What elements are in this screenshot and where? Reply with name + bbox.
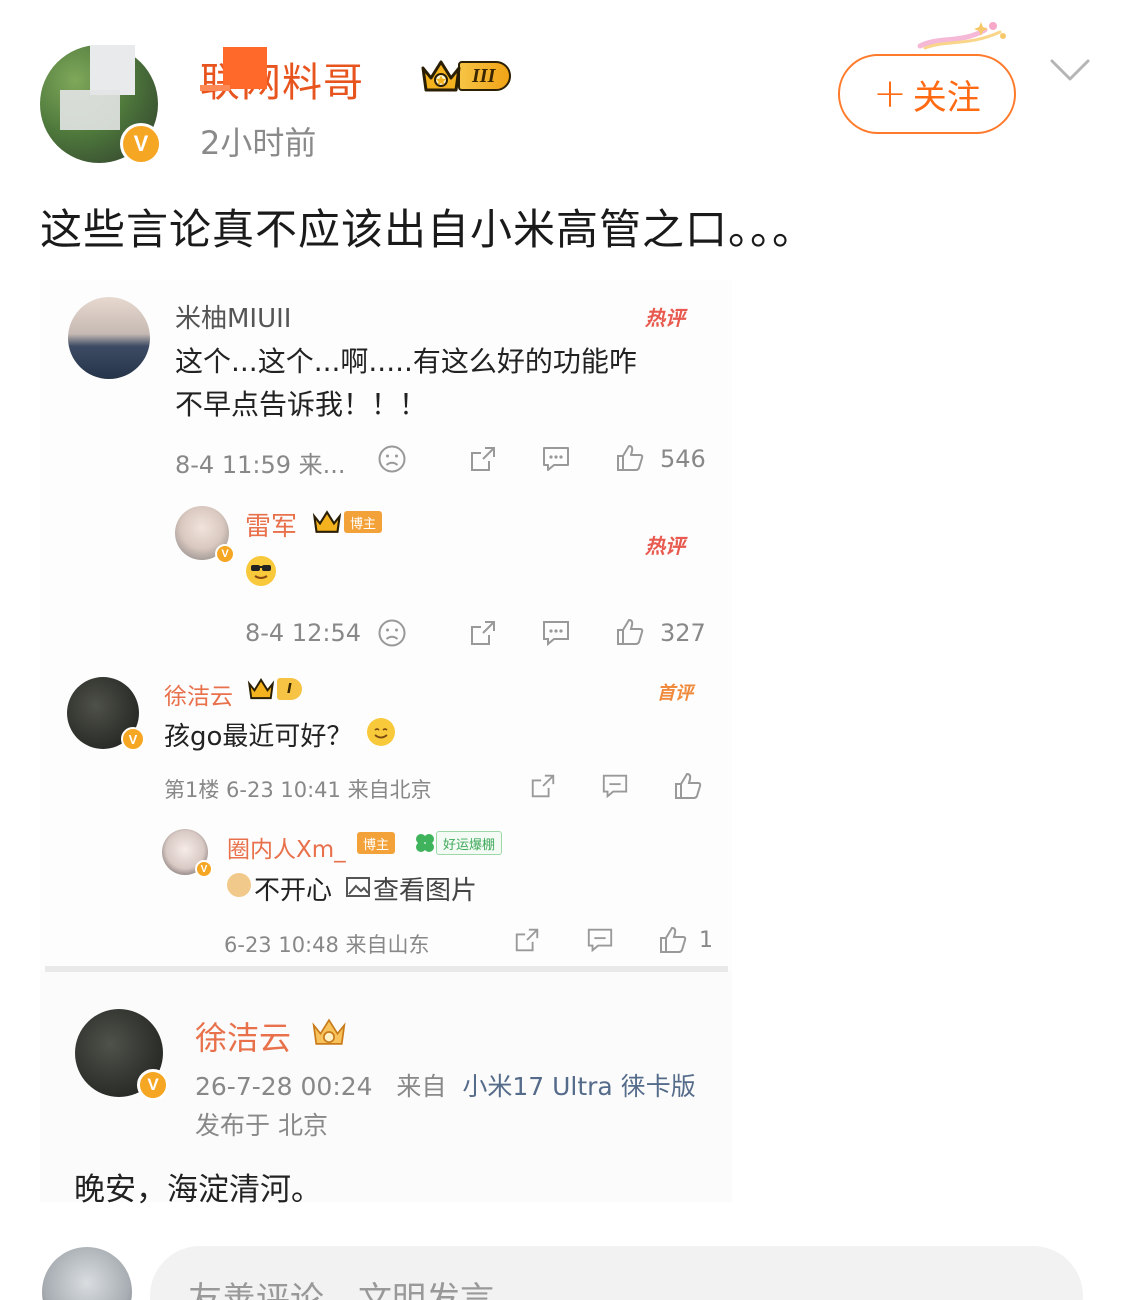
follow-button[interactable]: + 关注 [838,54,1016,134]
divider [45,966,728,972]
dislike-icon[interactable] [377,444,407,474]
sparkle-decoration-icon [917,22,1006,50]
name-mosaic [223,47,267,89]
post2-text: 晚安，海淀清河。 [74,1172,322,1208]
author-avatar[interactable]: V [40,45,162,165]
share-icon[interactable] [513,926,541,954]
replier-name[interactable]: 圈内人Xm_ [227,830,346,864]
comment-meta: 第1楼 6-23 10:41 来自北京 [164,778,432,802]
crown-icon [308,1015,350,1049]
comment-text: 这个...这个...啊.....有这么好的功能咋 [175,345,637,378]
post2-location: 发布于 北京 [195,1111,328,1140]
verified-icon: V [195,860,213,878]
crown-icon [247,678,275,700]
replier-avatar[interactable]: V [162,829,213,878]
like-count: 1 [699,928,713,953]
embedded-screenshot[interactable]: 米柚MIUII 热评 这个...这个...啊.....有这么好的功能咋 不早点告… [40,280,732,1208]
like-count: 327 [660,619,706,647]
avatar-mosaic [90,45,135,95]
comment-icon[interactable] [540,618,572,648]
member-badge: 博主 [357,832,396,854]
reply-meta: 6-23 10:48 来自山东 [224,933,430,957]
like-icon[interactable] [614,442,646,474]
smile-emoji-icon [367,718,395,746]
reply-text: 不开心 [254,876,333,906]
like-icon[interactable] [614,616,646,648]
like-count: 546 [660,445,706,473]
comment-icon[interactable] [540,444,572,474]
cool-emoji-icon [246,556,276,586]
verified-icon: V [137,1069,169,1101]
comment-text: 孩go最近可好？ [164,722,353,752]
reply-meta: 8-4 12:54 [245,619,361,647]
post2-meta: 26-7-28 00:24 来自 小米17 Ultra 徕卡版 [195,1072,696,1101]
clover-icon [413,831,437,855]
chevron-down-icon[interactable] [1050,58,1090,82]
like-icon[interactable] [672,770,704,802]
post-time: 2小时前 [200,124,317,162]
commenter-avatar[interactable] [68,297,150,379]
comment-icon[interactable] [600,772,630,800]
level-label: III [458,61,512,91]
verified-icon: V [120,123,162,165]
hot-comment-tag: 热评 [645,306,685,330]
comment-icon[interactable] [585,926,615,954]
name-mosaic [200,85,230,91]
like-icon[interactable] [657,924,689,956]
level-label: I [277,678,302,700]
luck-tag: 好运爆棚 [436,831,503,855]
plus-icon: + [873,71,907,117]
verified-icon: V [215,544,235,564]
blogger-tag: 博主 [344,511,383,533]
commenter-avatar[interactable]: V [67,677,145,751]
share-icon[interactable] [529,772,557,800]
member-badge: I [245,676,302,702]
comment-input[interactable]: 友善评论，文明发言 [150,1246,1083,1300]
blogger-tag: 博主 [357,832,396,854]
crown-icon [312,510,342,533]
doge-emoji-icon [227,873,251,897]
dislike-icon[interactable] [377,618,407,648]
hot-comment-tag: 热评 [645,534,685,558]
comment-meta: 8-4 11:59 来... [175,451,346,479]
commenter-name[interactable]: 徐洁云 [164,677,233,711]
my-avatar[interactable] [42,1247,132,1300]
author2-avatar[interactable]: V [75,1009,169,1101]
view-image-link[interactable]: 查看图片 [373,870,477,907]
member-level-badge[interactable]: III [420,56,512,96]
replier-name[interactable]: 雷军 [245,506,297,543]
avatar-mosaic [60,90,120,130]
author2-name[interactable]: 徐洁云 [195,1013,291,1059]
comment-text: 不早点告诉我！！！ [175,388,428,421]
first-comment-tag: 首评 [657,683,693,704]
member-badge: 博主 [310,508,383,536]
commenter-name[interactable]: 米柚MIUII [175,298,291,335]
verified-icon: V [121,727,145,751]
image-icon[interactable] [345,875,371,899]
crown-icon [420,56,462,96]
post-text: 这些言论真不应该出自小米高管之口。。。 [40,205,816,254]
share-icon[interactable] [468,444,498,474]
replier-avatar[interactable]: V [175,506,235,564]
share-icon[interactable] [468,618,498,648]
